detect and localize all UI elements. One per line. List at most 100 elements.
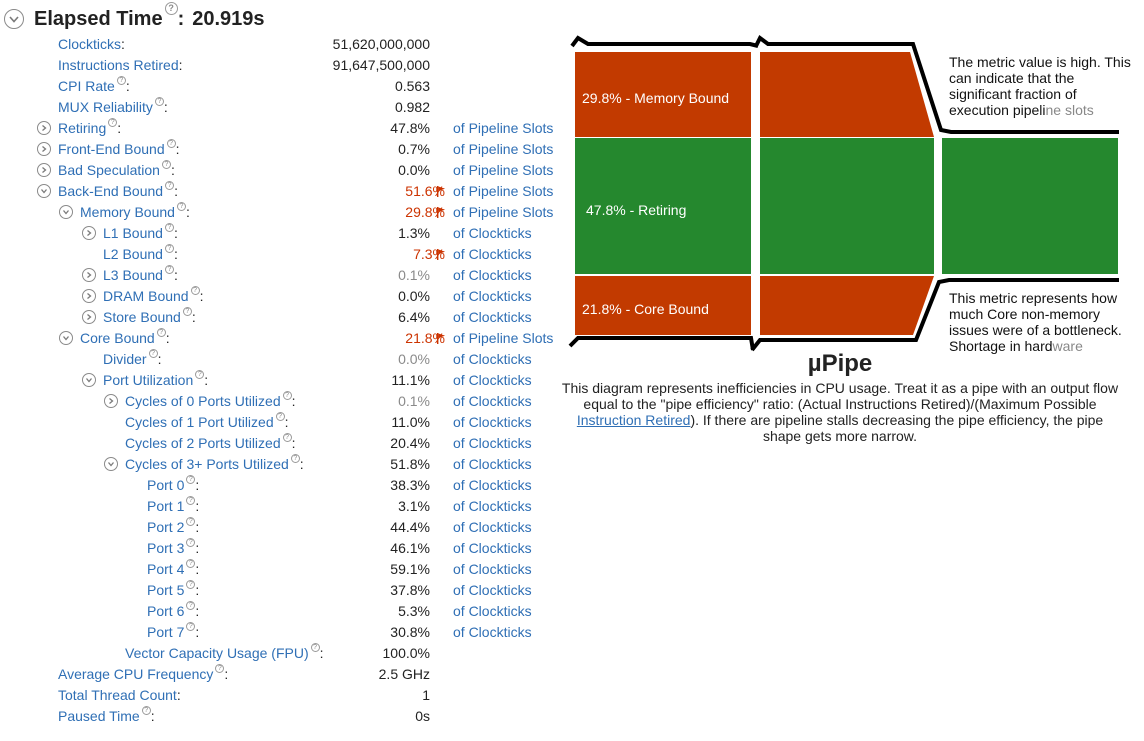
metric-label-cycles-3plus-ports[interactable]: Cycles of 3+ Ports Utilized?: [125, 454, 304, 472]
metric-unit-port-5[interactable]: of Clockticks [453, 582, 532, 598]
metric-label-dram-bound[interactable]: DRAM Bound?: [103, 286, 203, 304]
metric-label-cycles-2-ports[interactable]: Cycles of 2 Ports Utilized?: [125, 433, 296, 451]
help-icon[interactable]: ? [164, 1, 178, 15]
help-icon[interactable]: ? [282, 391, 292, 400]
metric-unit-port-3[interactable]: of Clockticks [453, 540, 532, 556]
help-icon[interactable]: ? [186, 559, 196, 568]
metric-label-retiring[interactable]: Retiring?: [58, 118, 121, 136]
metric-label-text[interactable]: Cycles of 3+ Ports Utilized [125, 456, 289, 472]
collapse-toggle[interactable] [37, 184, 51, 198]
metric-label-text[interactable]: Port 3 [147, 540, 184, 556]
metric-label-paused-time[interactable]: Paused Time?: [58, 706, 155, 724]
help-icon[interactable]: ? [186, 601, 196, 610]
metric-label-core-bound[interactable]: Core Bound?: [80, 328, 170, 346]
help-icon[interactable]: ? [164, 265, 174, 274]
metric-label-text[interactable]: Port 6 [147, 603, 184, 619]
retiring-segment-3[interactable] [942, 138, 1118, 274]
metric-label-mux-reliability[interactable]: MUX Reliability?: [58, 97, 168, 115]
metric-label-text[interactable]: Bad Speculation [58, 162, 160, 178]
metric-label-text[interactable]: Port 0 [147, 477, 184, 493]
metric-unit-core-bound[interactable]: of Pipeline Slots [453, 330, 553, 346]
metric-label-text[interactable]: Paused Time [58, 708, 140, 724]
metric-unit-port-4[interactable]: of Clockticks [453, 561, 532, 577]
help-icon[interactable]: ? [290, 454, 300, 463]
help-icon[interactable]: ? [164, 223, 174, 232]
help-icon[interactable]: ? [164, 244, 174, 253]
metric-label-vector-capacity-usage[interactable]: Vector Capacity Usage (FPU)?: [125, 643, 324, 661]
help-icon[interactable]: ? [186, 580, 196, 589]
help-icon[interactable]: ? [282, 433, 292, 442]
metric-unit-l3-bound[interactable]: of Clockticks [453, 267, 532, 283]
metric-unit-retiring[interactable]: of Pipeline Slots [453, 120, 553, 136]
help-icon[interactable]: ? [108, 118, 118, 127]
help-icon[interactable]: ? [190, 286, 200, 295]
metric-label-l2-bound[interactable]: L2 Bound?: [103, 244, 178, 262]
help-icon[interactable]: ? [195, 370, 205, 379]
metric-label-text[interactable]: L2 Bound [103, 246, 163, 262]
metric-label-port-utilization[interactable]: Port Utilization?: [103, 370, 208, 388]
metric-label-memory-bound[interactable]: Memory Bound?: [80, 202, 190, 220]
instruction-retired-link[interactable]: Instruction Retired [577, 412, 691, 428]
metric-unit-cycles-0-ports[interactable]: of Clockticks [453, 393, 532, 409]
metric-label-text[interactable]: MUX Reliability [58, 99, 153, 115]
metric-unit-l2-bound[interactable]: of Clockticks [453, 246, 532, 262]
metric-label-cycles-0-ports[interactable]: Cycles of 0 Ports Utilized?: [125, 391, 296, 409]
help-icon[interactable]: ? [148, 349, 158, 358]
metric-label-text[interactable]: Vector Capacity Usage (FPU) [125, 645, 309, 661]
help-icon[interactable]: ? [176, 202, 186, 211]
metric-label-text[interactable]: Divider [103, 351, 147, 367]
metric-unit-cycles-2-ports[interactable]: of Clockticks [453, 435, 532, 451]
metric-label-port-4[interactable]: Port 4?: [147, 559, 199, 577]
expand-toggle[interactable] [104, 394, 118, 408]
collapse-toggle[interactable] [82, 373, 96, 387]
metric-label-port-6[interactable]: Port 6?: [147, 601, 199, 619]
help-icon[interactable]: ? [116, 76, 126, 85]
expand-toggle[interactable] [37, 121, 51, 135]
metric-unit-cycles-1-port[interactable]: of Clockticks [453, 414, 532, 430]
metric-label-text[interactable]: Core Bound [80, 330, 155, 346]
help-icon[interactable]: ? [310, 643, 320, 652]
metric-label-text[interactable]: L1 Bound [103, 225, 163, 241]
metric-unit-dram-bound[interactable]: of Clockticks [453, 288, 532, 304]
retiring-segment-2[interactable] [760, 138, 934, 274]
metric-label-port-3[interactable]: Port 3?: [147, 538, 199, 556]
metric-label-port-2[interactable]: Port 2?: [147, 517, 199, 535]
metric-label-text[interactable]: Port 2 [147, 519, 184, 535]
expand-toggle[interactable] [37, 142, 51, 156]
metric-unit-port-6[interactable]: of Clockticks [453, 603, 532, 619]
collapse-toggle[interactable] [59, 205, 73, 219]
metric-label-port-7[interactable]: Port 7?: [147, 622, 199, 640]
expand-toggle[interactable] [37, 163, 51, 177]
help-icon[interactable]: ? [166, 139, 176, 148]
metric-label-text[interactable]: Cycles of 1 Port Utilized [125, 414, 274, 430]
help-icon[interactable]: ? [165, 181, 175, 190]
metric-unit-l1-bound[interactable]: of Clockticks [453, 225, 532, 241]
metric-label-store-bound[interactable]: Store Bound?: [103, 307, 196, 325]
collapse-toggle[interactable] [59, 331, 73, 345]
metric-label-text[interactable]: Port 5 [147, 582, 184, 598]
metric-label-divider[interactable]: Divider?: [103, 349, 161, 367]
metric-unit-back-end-bound[interactable]: of Pipeline Slots [453, 183, 553, 199]
metric-label-port-5[interactable]: Port 5?: [147, 580, 199, 598]
metric-label-text[interactable]: Average CPU Frequency [58, 666, 213, 682]
metric-label-text[interactable]: Instructions Retired [58, 57, 179, 73]
metric-label-front-end-bound[interactable]: Front-End Bound?: [58, 139, 180, 157]
metric-label-text[interactable]: Retiring [58, 120, 106, 136]
metric-label-text[interactable]: Port Utilization [103, 372, 193, 388]
metric-unit-store-bound[interactable]: of Clockticks [453, 309, 532, 325]
metric-unit-port-2[interactable]: of Clockticks [453, 519, 532, 535]
expand-toggle[interactable] [82, 289, 96, 303]
metric-label-text[interactable]: CPI Rate [58, 78, 115, 94]
metric-unit-port-1[interactable]: of Clockticks [453, 498, 532, 514]
metric-label-text[interactable]: Front-End Bound [58, 141, 165, 157]
expand-toggle[interactable] [82, 268, 96, 282]
metric-unit-cycles-3plus-ports[interactable]: of Clockticks [453, 456, 532, 472]
expand-toggle[interactable] [82, 310, 96, 324]
metric-label-l3-bound[interactable]: L3 Bound?: [103, 265, 178, 283]
metric-label-back-end-bound[interactable]: Back-End Bound?: [58, 181, 178, 199]
metric-unit-front-end-bound[interactable]: of Pipeline Slots [453, 141, 553, 157]
metric-label-text[interactable]: Port 1 [147, 498, 184, 514]
metric-label-bad-speculation[interactable]: Bad Speculation?: [58, 160, 175, 178]
help-icon[interactable]: ? [186, 475, 196, 484]
collapse-all-toggle[interactable] [4, 9, 24, 29]
